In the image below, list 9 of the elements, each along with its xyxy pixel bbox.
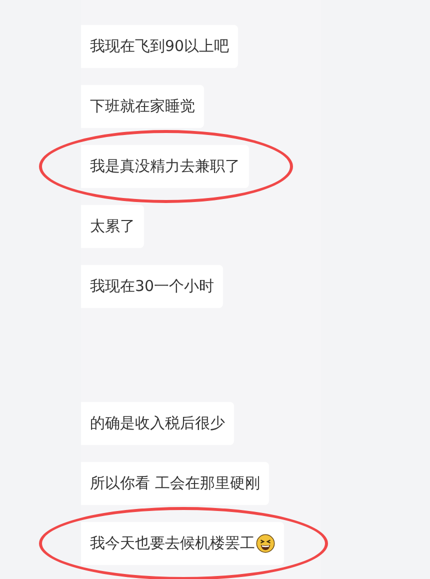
message-bubble: 下班就在家睡觉 — [81, 85, 204, 128]
message-bubble: 我现在30一个小时 — [81, 265, 224, 308]
message-bubble: 我今天也要去候机楼罢工 — [81, 522, 284, 565]
message-bubble: 的确是收入税后很少 — [81, 402, 234, 445]
message-bubble: 我是真没精力去兼职了 — [81, 145, 249, 188]
message-bubble: 我现在飞到90以上吧 — [81, 25, 238, 68]
message-bubble: 太累了 — [81, 205, 144, 248]
laughing-face-icon — [256, 534, 275, 553]
message-bubble: 所以你看 工会在那里硬刚 — [81, 462, 269, 505]
